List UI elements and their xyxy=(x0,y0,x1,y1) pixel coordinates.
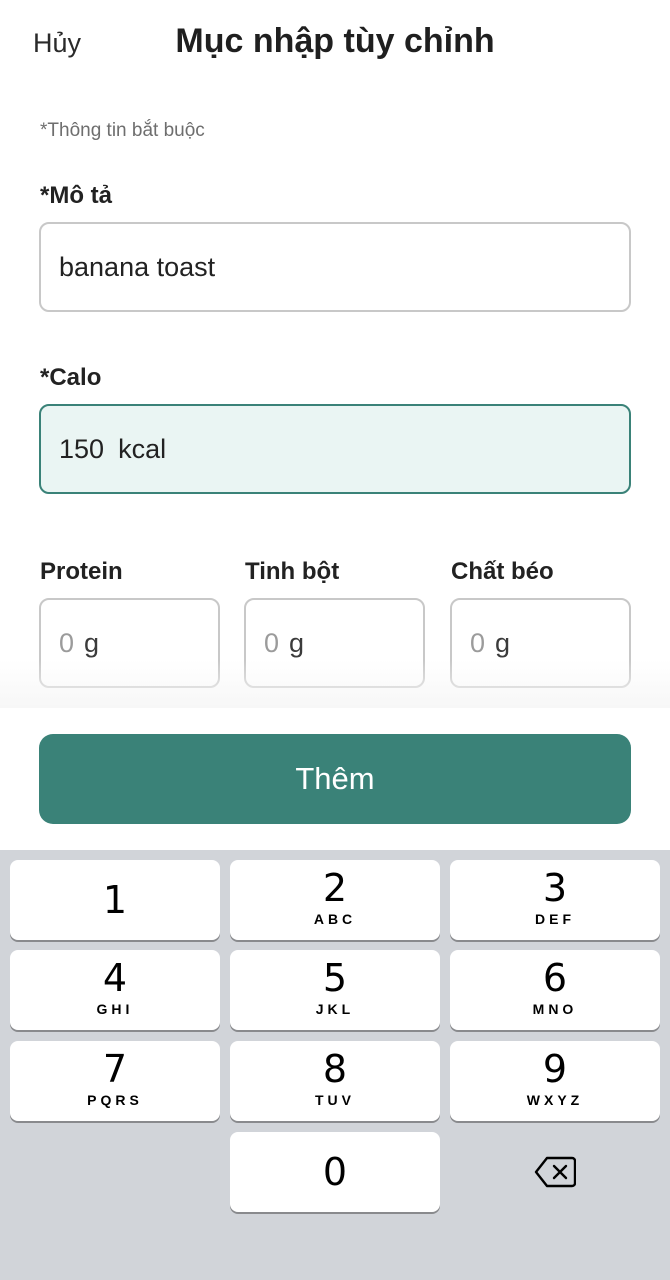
protein-value: 0 xyxy=(59,627,75,658)
add-button[interactable]: Thêm xyxy=(39,734,631,824)
key-letters: JKL xyxy=(315,1001,355,1017)
carbs-value: 0 xyxy=(264,627,280,658)
carbs-unit: g xyxy=(289,627,305,658)
key-3[interactable]: 3 DEF xyxy=(450,860,660,940)
key-0[interactable]: 0 xyxy=(230,1132,440,1212)
key-letters: GHI xyxy=(96,1001,134,1017)
key-digit: 5 xyxy=(322,956,348,1000)
key-1[interactable]: 1 xyxy=(10,860,220,940)
calories-label: *Calo xyxy=(40,364,102,391)
calories-unit: kcal xyxy=(118,433,167,464)
key-letters: PQRS xyxy=(87,1092,143,1108)
calories-value: 150 xyxy=(59,433,105,464)
backspace-key[interactable] xyxy=(450,1132,660,1212)
fat-unit: g xyxy=(495,627,511,658)
key-digit: 0 xyxy=(322,1150,348,1194)
scroll-fade xyxy=(0,660,670,708)
key-8[interactable]: 8 TUV xyxy=(230,1041,440,1121)
key-letters: MNO xyxy=(532,1001,578,1017)
key-letters: WXYZ xyxy=(526,1092,584,1108)
key-digit: 6 xyxy=(542,956,568,1000)
page-title: Mục nhập tùy chỉnh xyxy=(175,22,495,60)
key-digit: 7 xyxy=(102,1047,128,1091)
key-2[interactable]: 2 ABC xyxy=(230,860,440,940)
numeric-keyboard: 1 2 ABC 3 DEF 4 GHI 5 JKL 6 MNO 7 PQRS 8… xyxy=(0,850,670,1280)
calories-input[interactable]: 150 kcal xyxy=(39,404,631,494)
key-6[interactable]: 6 MNO xyxy=(450,950,660,1030)
protein-unit: g xyxy=(84,627,100,658)
key-4[interactable]: 4 GHI xyxy=(10,950,220,1030)
key-digit: 2 xyxy=(322,866,348,910)
backspace-icon xyxy=(534,1156,576,1188)
description-input[interactable]: banana toast xyxy=(39,222,631,312)
carbs-label: Tinh bột xyxy=(245,558,340,585)
key-digit: 1 xyxy=(102,878,128,922)
key-letters: DEF xyxy=(535,911,575,927)
key-5[interactable]: 5 JKL xyxy=(230,950,440,1030)
fat-value: 0 xyxy=(470,627,486,658)
key-9[interactable]: 9 WXYZ xyxy=(450,1041,660,1121)
fat-label: Chất béo xyxy=(451,558,554,585)
protein-label: Protein xyxy=(40,558,123,585)
key-digit: 9 xyxy=(542,1047,568,1091)
key-7[interactable]: 7 PQRS xyxy=(10,1041,220,1121)
key-digit: 3 xyxy=(542,866,568,910)
description-value: banana toast xyxy=(59,251,216,282)
key-letters: TUV xyxy=(315,1092,355,1108)
required-note: *Thông tin bắt buộc xyxy=(40,120,205,141)
key-digit: 8 xyxy=(322,1047,348,1091)
description-label: *Mô tả xyxy=(40,182,112,209)
header: Hủy Mục nhập tùy chỉnh xyxy=(0,0,670,92)
key-letters: ABC xyxy=(313,911,357,927)
key-digit: 4 xyxy=(102,956,128,1000)
